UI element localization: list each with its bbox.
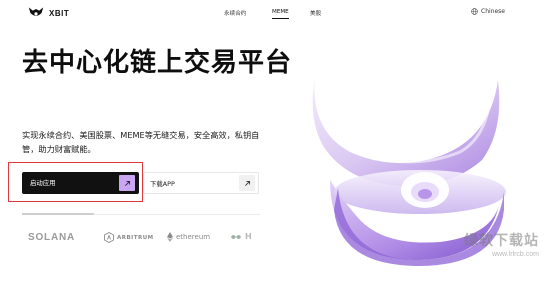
partner-hyperliquid-label: H (245, 232, 252, 241)
launch-arrow-box (119, 175, 135, 191)
partner-logos: SOLANA ARBITRUM ethereum H (0, 228, 300, 252)
partner-ethereum: ethereum (167, 232, 210, 242)
language-label: Chinese (481, 8, 505, 15)
partner-hyperliquid: H (230, 232, 252, 241)
download-app-button[interactable]: 下载APP (143, 172, 259, 194)
globe-icon (471, 8, 478, 15)
partner-arbitrum-label: ARBITRUM (117, 234, 154, 241)
download-app-label: 下载APP (150, 180, 175, 188)
header: XBIT 永续合约 MEME 美股 Chinese (0, 0, 553, 28)
watermark-url: www.lrlrcb.com (491, 251, 539, 258)
ethereum-icon (167, 232, 173, 242)
watermark: 绿软下载站 www.lrlrcb.com (464, 230, 539, 258)
divider-progress (22, 213, 94, 215)
partner-solana: SOLANA (28, 232, 76, 243)
arrow-up-right-icon (244, 180, 250, 186)
watermark-title: 绿软下载站 (464, 233, 539, 249)
hero-title: 去中心化链上交易平台 (22, 48, 293, 78)
partner-ethereum-label: ethereum (176, 233, 211, 241)
download-arrow-box (239, 175, 255, 191)
nav-item-us-stocks[interactable]: 美股 (310, 9, 321, 17)
launch-app-button[interactable]: 启动应用 (22, 172, 139, 194)
launch-app-label: 启动应用 (30, 179, 56, 187)
arbitrum-icon (104, 232, 114, 243)
arrow-up-right-icon (124, 180, 130, 186)
partner-arbitrum: ARBITRUM (104, 232, 154, 243)
nav-item-meme[interactable]: MEME (272, 9, 289, 19)
hero-description: 实现永续合约、美国股票、MEME等无缝交易，安全高效，私钥自管，助力财富赋能。 (22, 130, 260, 154)
nav-item-perpetual[interactable]: 永续合约 (224, 9, 246, 17)
hyperliquid-icon (231, 234, 241, 239)
language-selector[interactable]: Chinese (471, 8, 505, 15)
